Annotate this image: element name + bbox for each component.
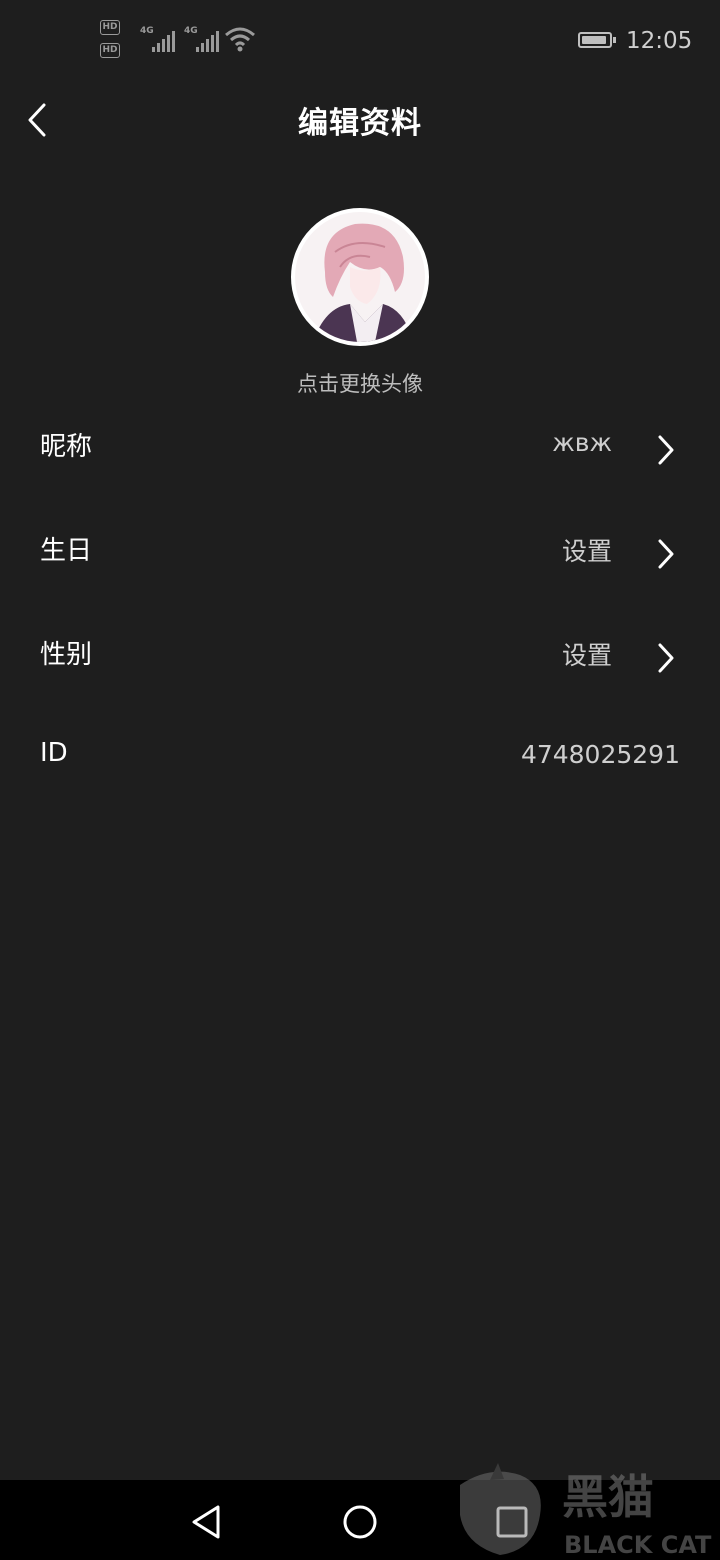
chevron-right-icon <box>658 643 674 673</box>
page-title: 编辑资料 <box>298 106 422 141</box>
row-value: жвж <box>552 428 612 457</box>
row-label: 性别 <box>40 640 93 670</box>
status-time: 12:05 <box>626 28 693 54</box>
row-label: ID <box>40 738 68 768</box>
back-triangle-icon[interactable] <box>188 1502 228 1542</box>
row-nickname[interactable]: 昵称 жвж <box>0 398 720 502</box>
row-birthday[interactable]: 生日 设置 <box>0 502 720 606</box>
watermark-en: BLACK CAT <box>564 1531 712 1559</box>
row-id: ID 4748025291 <box>0 710 720 814</box>
row-gender[interactable]: 性别 设置 <box>0 606 720 710</box>
home-circle-icon[interactable] <box>340 1502 380 1542</box>
row-value: 设置 <box>561 537 612 566</box>
avatar[interactable] <box>291 208 429 346</box>
signal-icon-2 <box>196 30 222 52</box>
hd-badge-1: HD <box>100 20 120 35</box>
chevron-right-icon <box>658 435 674 465</box>
row-value: 4748025291 <box>520 740 680 769</box>
change-avatar-caption[interactable]: 点击更换头像 <box>0 368 720 398</box>
chevron-right-icon <box>658 539 674 569</box>
avatar-button[interactable] <box>291 208 429 346</box>
row-value: 设置 <box>561 641 612 670</box>
wifi-icon <box>225 27 255 52</box>
status-bar: HD HD 4G 4G 12:05 <box>0 0 720 84</box>
signal-icon <box>152 30 178 52</box>
black-cat-watermark: 黑猫 BLACK CAT <box>460 1463 712 1559</box>
battery-icon <box>578 32 616 48</box>
avatar-illustration <box>295 212 425 342</box>
row-label: 昵称 <box>40 432 93 462</box>
header: 编辑资料 <box>0 84 720 156</box>
watermark-cn: 黑猫 <box>562 1470 654 1524</box>
hd-badge-2: HD <box>100 43 120 58</box>
row-label: 生日 <box>40 536 93 566</box>
